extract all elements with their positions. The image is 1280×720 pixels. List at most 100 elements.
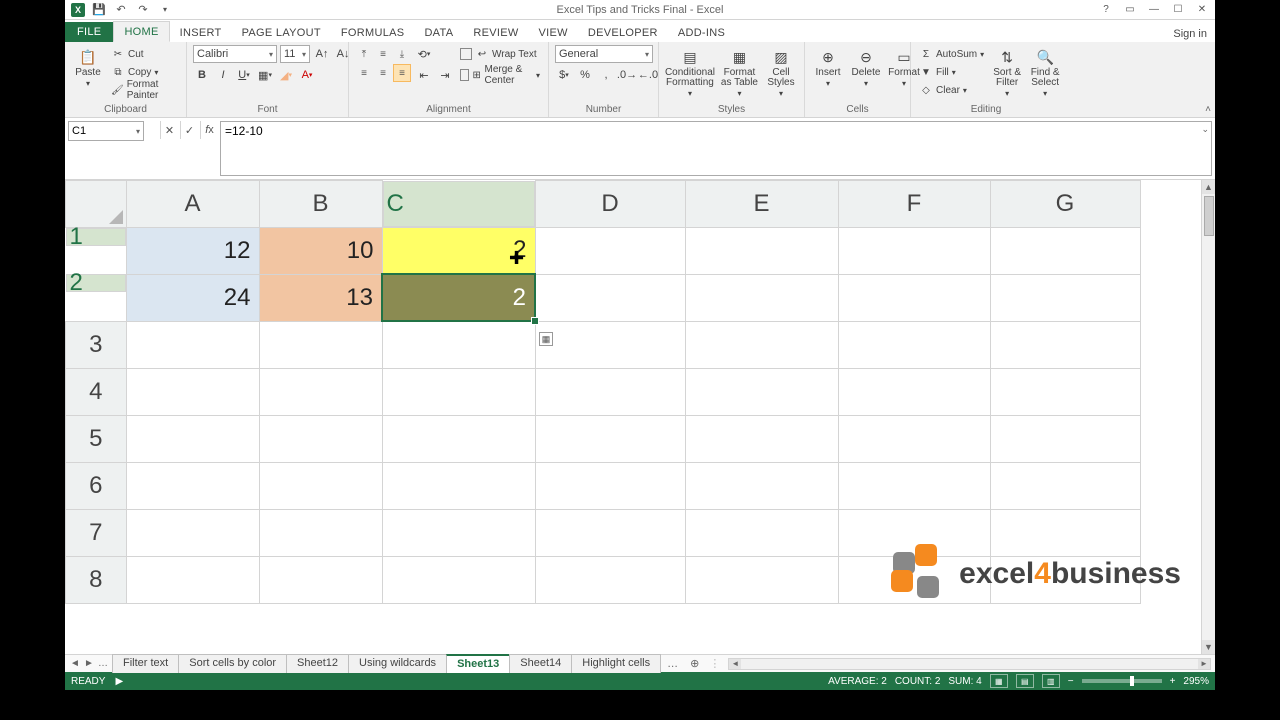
column-header-A[interactable]: A [126, 181, 259, 228]
sheet-nav-more-right-icon[interactable]: … [661, 658, 684, 670]
tab-addins[interactable]: ADD-INS [668, 23, 735, 42]
cell-B1[interactable]: 10 [259, 227, 382, 274]
cell-G4[interactable] [990, 368, 1140, 415]
align-middle[interactable]: ≡ [374, 45, 392, 63]
undo-icon[interactable]: ↶ [113, 2, 129, 18]
ribbon-display-icon[interactable]: ▭ [1123, 3, 1137, 17]
cell-G1[interactable] [990, 227, 1140, 274]
page-layout-view-icon[interactable]: ▤ [1016, 674, 1034, 688]
italic-button[interactable]: I [214, 66, 232, 84]
currency-button[interactable]: $▾ [555, 66, 573, 84]
cell-G7[interactable] [990, 509, 1140, 556]
cell-E1[interactable] [685, 227, 838, 274]
fill-button[interactable]: ▼Fill▾ [917, 63, 986, 81]
format-as-table-button[interactable]: ▦Format as Table▾ [719, 45, 760, 101]
scroll-thumb[interactable] [1204, 196, 1214, 236]
cell-D7[interactable] [535, 509, 685, 556]
orientation-button[interactable]: ⟲▾ [415, 45, 433, 63]
cell-G2[interactable] [990, 274, 1140, 321]
wrap-text-button[interactable]: ↩Wrap Text [458, 45, 542, 63]
cell-G8[interactable] [990, 556, 1140, 603]
sort-filter-button[interactable]: ⇅Sort & Filter▾ [990, 45, 1024, 101]
cell-B8[interactable] [259, 556, 382, 603]
increase-indent[interactable]: ⇥ [436, 66, 454, 84]
sheet-tab-sheet13[interactable]: Sheet13 [446, 654, 510, 673]
clear-button[interactable]: ◇Clear▾ [917, 81, 986, 99]
cell-F2[interactable] [838, 274, 990, 321]
minimize-icon[interactable]: — [1147, 3, 1161, 17]
cell-E5[interactable] [685, 415, 838, 462]
align-left[interactable]: ≡ [355, 64, 373, 82]
cell-D4[interactable] [535, 368, 685, 415]
cell-D5[interactable] [535, 415, 685, 462]
decrease-indent[interactable]: ⇤ [415, 66, 433, 84]
cell-C7[interactable] [382, 509, 535, 556]
cell-E4[interactable] [685, 368, 838, 415]
cell-G6[interactable] [990, 462, 1140, 509]
cell-C8[interactable] [382, 556, 535, 603]
macro-record-icon[interactable]: ▶ [115, 676, 123, 687]
cell-A1[interactable]: 12 [126, 227, 259, 274]
close-icon[interactable]: ✕ [1195, 3, 1209, 17]
format-painter-button[interactable]: 🖌Format Painter [109, 81, 180, 99]
number-format-select[interactable]: General▾ [555, 45, 653, 63]
row-header-3[interactable]: 3 [66, 321, 127, 368]
tab-review[interactable]: REVIEW [463, 23, 528, 42]
row-header-8[interactable]: 8 [66, 556, 127, 603]
formula-input[interactable]: =12-10 ⌄ [220, 121, 1212, 176]
font-color-button[interactable]: A▾ [298, 66, 316, 84]
find-select-button[interactable]: 🔍Find & Select▾ [1028, 45, 1062, 101]
sheet-nav-prev-icon[interactable]: ◄ [68, 658, 82, 669]
cell-D6[interactable] [535, 462, 685, 509]
collapse-ribbon-icon[interactable]: ˄ [1205, 104, 1211, 115]
cell-F7[interactable] [838, 509, 990, 556]
row-header-5[interactable]: 5 [66, 415, 127, 462]
cell-F8[interactable] [838, 556, 990, 603]
hscroll-left-icon[interactable]: ◄ [729, 659, 741, 669]
zoom-slider[interactable] [1082, 679, 1162, 683]
cell-A7[interactable] [126, 509, 259, 556]
sign-in-link[interactable]: Sign in [1165, 26, 1215, 42]
row-header-6[interactable]: 6 [66, 462, 127, 509]
sheet-tab-sheet12[interactable]: Sheet12 [286, 654, 349, 673]
cell-C4[interactable] [382, 368, 535, 415]
cell-A6[interactable] [126, 462, 259, 509]
increase-font-icon[interactable]: A↑ [313, 45, 331, 63]
qat-customize-icon[interactable]: ▾ [157, 2, 173, 18]
maximize-icon[interactable]: ☐ [1171, 3, 1185, 17]
cell-B2[interactable]: 13 [259, 274, 382, 321]
cell-E8[interactable] [685, 556, 838, 603]
cell-B7[interactable] [259, 509, 382, 556]
cell-F1[interactable] [838, 227, 990, 274]
cell-D8[interactable] [535, 556, 685, 603]
bold-button[interactable]: B [193, 66, 211, 84]
scroll-up-icon[interactable]: ▲ [1202, 180, 1215, 194]
cut-button[interactable]: ✂Cut [109, 45, 180, 63]
paste-button[interactable]: 📋 Paste▾ [71, 45, 105, 91]
align-bottom[interactable]: ⤓ [393, 45, 411, 63]
cancel-formula-icon[interactable]: ✕ [160, 121, 178, 139]
column-header-F[interactable]: F [838, 181, 990, 228]
tab-file[interactable]: FILE [65, 22, 113, 42]
sheet-nav-next-icon[interactable]: ► [82, 658, 96, 669]
zoom-out-icon[interactable]: − [1068, 676, 1074, 687]
sheet-tab-sort-cells-by-color[interactable]: Sort cells by color [178, 654, 287, 673]
scroll-down-icon[interactable]: ▼ [1202, 640, 1215, 654]
cell-G5[interactable] [990, 415, 1140, 462]
tab-data[interactable]: DATA [414, 23, 463, 42]
cell-F6[interactable] [838, 462, 990, 509]
conditional-formatting-button[interactable]: ▤Conditional Formatting▾ [665, 45, 715, 101]
expand-formula-bar-icon[interactable]: ⌄ [1201, 124, 1209, 135]
cell-E6[interactable] [685, 462, 838, 509]
cell-C3[interactable] [382, 321, 535, 368]
hscroll-right-icon[interactable]: ► [1198, 659, 1210, 669]
sheet-tab-highlight-cells[interactable]: Highlight cells [571, 654, 661, 673]
page-break-view-icon[interactable]: ▥ [1042, 674, 1060, 688]
tab-insert[interactable]: INSERT [170, 23, 232, 42]
cell-C6[interactable] [382, 462, 535, 509]
add-sheet-icon[interactable]: ⊕ [684, 657, 705, 670]
decrease-decimal[interactable]: ←.0 [639, 66, 657, 84]
cell-B6[interactable] [259, 462, 382, 509]
normal-view-icon[interactable]: ▦ [990, 674, 1008, 688]
autofill-options-icon[interactable]: ▦ [539, 332, 553, 346]
